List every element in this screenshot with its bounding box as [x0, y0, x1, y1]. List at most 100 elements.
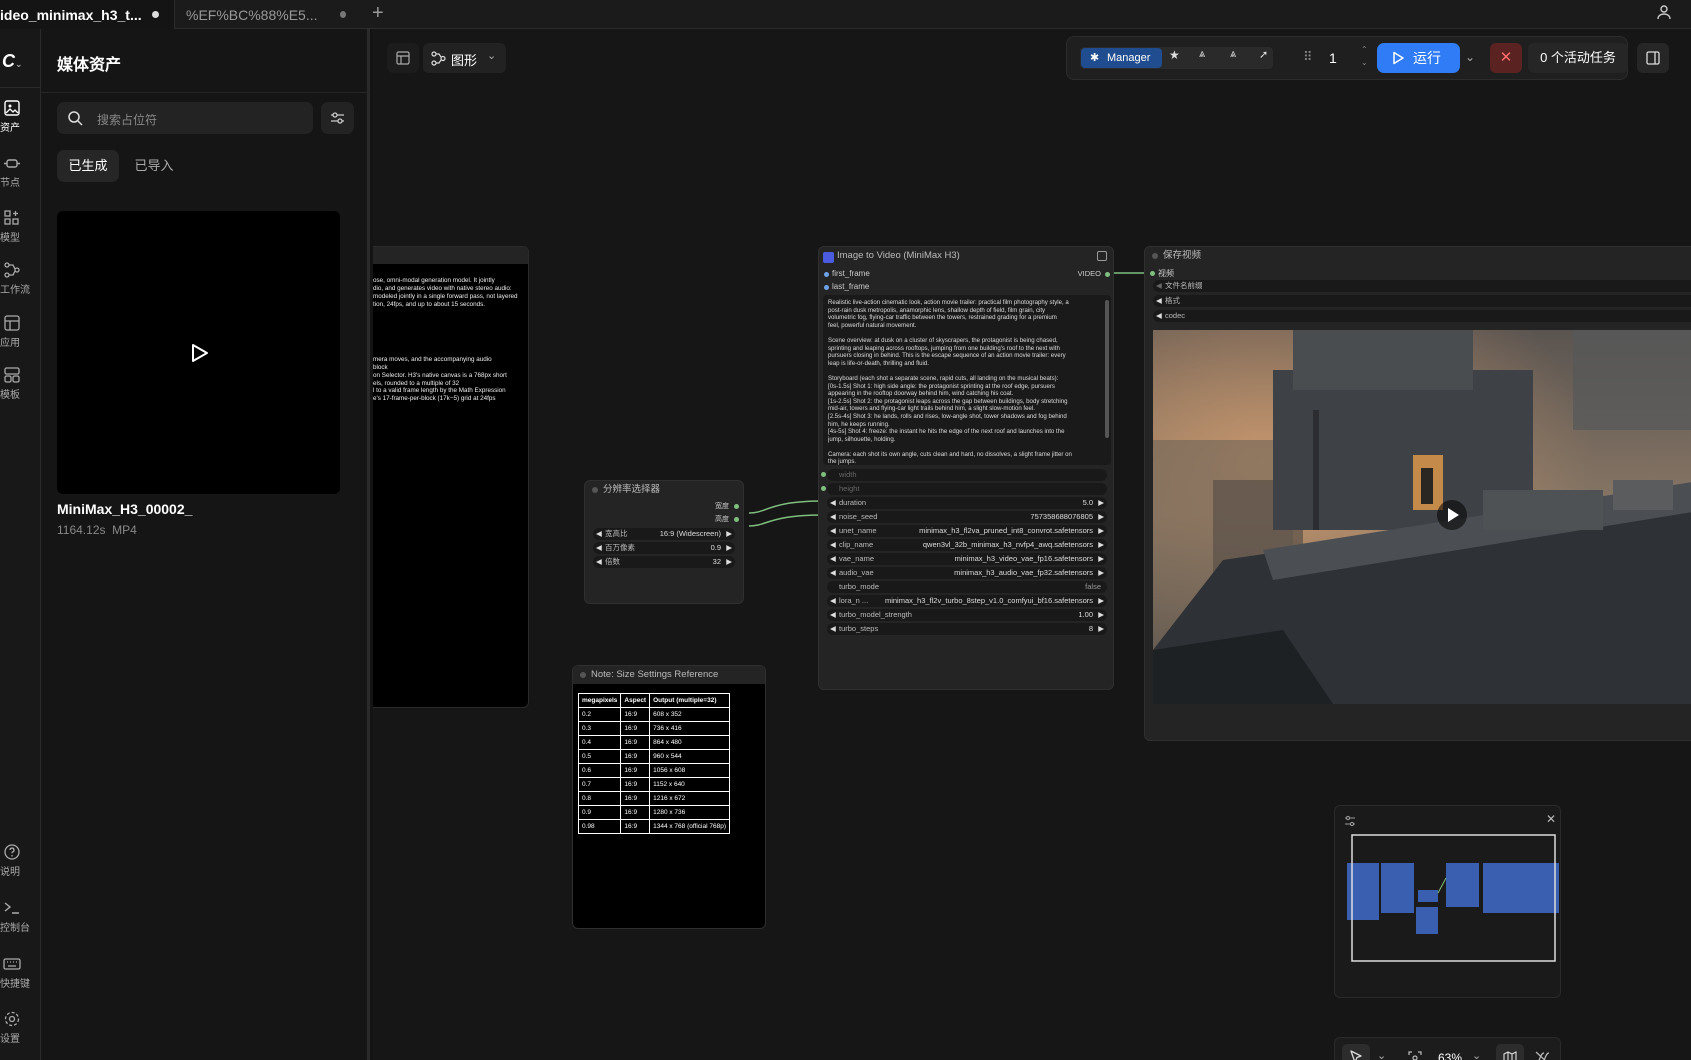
- widget-label: noise_seed: [839, 512, 878, 521]
- arrow-left-icon[interactable]: ◀: [830, 609, 836, 621]
- rail-nodes[interactable]: 节点: [0, 156, 41, 189]
- link-visibility-icon[interactable]: [1535, 1051, 1550, 1060]
- output-video-slot[interactable]: [1105, 272, 1110, 277]
- format-widget[interactable]: ◀ 格式: [1153, 295, 1691, 307]
- video-play-button[interactable]: [1437, 500, 1467, 530]
- rail-settings[interactable]: 设置: [0, 1010, 41, 1045]
- widget-label: 文件名前缀: [1165, 281, 1203, 290]
- widget-label: turbo_mode: [839, 582, 880, 591]
- prompt-line: [828, 367, 1100, 375]
- rail-workflows[interactable]: 工作流: [0, 261, 41, 296]
- arrow-left-icon[interactable]: ◀: [830, 567, 836, 579]
- user-icon[interactable]: [1656, 4, 1672, 25]
- widget-height[interactable]: height: [821, 483, 1107, 495]
- rail-models[interactable]: 模型: [0, 209, 41, 244]
- tab-imported[interactable]: 已导入: [123, 150, 185, 182]
- prompt-textarea[interactable]: Realistic live-action cinematic look, ac…: [823, 295, 1111, 465]
- prompt-scrollbar[interactable]: [1105, 300, 1109, 438]
- widget-unet-name[interactable]: ◀ unet_name minimax_h3_fl2va_pruned_int8_c…: [827, 525, 1107, 537]
- arrow-right-icon[interactable]: ▶: [1098, 511, 1104, 523]
- select-tool-button[interactable]: [1342, 1044, 1370, 1060]
- arrow-left-icon[interactable]: ◀: [830, 595, 836, 607]
- widget-value: 5.0: [1082, 498, 1093, 507]
- app-icon: [4, 315, 20, 331]
- widget-lora-n[interactable]: ◀ lora_n ... minimax_h3_fl2v_turbo_8step_v…: [827, 595, 1107, 607]
- video-preview[interactable]: [1153, 330, 1691, 704]
- tab-workflow-1[interactable]: ideo_minimax_h3_t...: [0, 0, 175, 29]
- workflow-icon: [4, 262, 20, 278]
- arrow-right-icon[interactable]: ▶: [1098, 553, 1104, 565]
- widget-noise-seed[interactable]: ◀ noise_seed 757358688076805 ▶: [827, 511, 1107, 523]
- widget-width[interactable]: width: [821, 469, 1107, 481]
- rail-apps[interactable]: 应用: [0, 314, 41, 349]
- chevron-down-icon[interactable]: ⌄: [1377, 1049, 1386, 1060]
- widget-vae-name[interactable]: ◀ vae_name minimax_h3_video_vae_fp16.safet…: [827, 553, 1107, 565]
- arrow-right-icon[interactable]: ▶: [1098, 609, 1104, 621]
- graph-canvas[interactable]: 图形 ⌄ ✱ Manager ★ ⩓ ⩓ ➚ ⠿ 1 ⌃ ⌄ 运行 ⌄ ✕ 0 个…: [373, 29, 1691, 1060]
- arrow-right-icon[interactable]: ▶: [1098, 623, 1104, 635]
- rail-shortcuts[interactable]: 快捷键: [0, 955, 41, 990]
- rail-help[interactable]: 说明: [0, 843, 41, 878]
- save-video-node[interactable]: 保存视频 视频 ◀ 文件名前缀 ◀ 格式 ◀ codec: [1144, 246, 1691, 741]
- unsaved-dot: [151, 11, 159, 18]
- rail-label: 节点: [0, 178, 20, 189]
- arrow-right-icon[interactable]: ▶: [1098, 497, 1104, 509]
- input-first-frame-slot[interactable]: [824, 272, 829, 277]
- sliders-icon[interactable]: [1344, 815, 1356, 827]
- tab-generated[interactable]: 已生成: [57, 150, 119, 182]
- arrow-left-icon[interactable]: ◀: [830, 497, 836, 509]
- prompt-line: jump, silhouette, holding.: [828, 435, 896, 443]
- asset-thumbnail[interactable]: [57, 211, 340, 494]
- expand-icon[interactable]: [1097, 251, 1107, 261]
- arrow-left-icon[interactable]: ◀: [830, 539, 836, 551]
- arrow-right-icon[interactable]: ▶: [1098, 525, 1104, 537]
- widget-label: unet_name: [839, 526, 877, 535]
- filter-button[interactable]: [321, 102, 354, 134]
- minimap-panel[interactable]: ✕: [1334, 805, 1561, 998]
- input-slot[interactable]: [821, 486, 826, 491]
- widget-turbo-model-strength[interactable]: ◀ turbo_model_strength 1.00 ▶: [827, 609, 1107, 621]
- rail-templates[interactable]: 模板: [0, 366, 41, 401]
- arrow-left-icon[interactable]: ◀: [830, 623, 836, 635]
- widget-audio-vae[interactable]: ◀ audio_vae minimax_h3_audio_vae_fp32.safe…: [827, 567, 1107, 579]
- widget-duration[interactable]: ◀ duration 5.0 ▶: [827, 497, 1107, 509]
- rail-label: 设置: [0, 1034, 20, 1045]
- template-icon: [4, 367, 20, 383]
- arrow-left-icon[interactable]: ◀: [830, 525, 836, 537]
- arrow-left-icon[interactable]: ◀: [1156, 310, 1162, 322]
- rail-label: 资产: [0, 123, 20, 134]
- arrow-right-icon[interactable]: ▶: [1098, 595, 1104, 607]
- arrow-right-icon[interactable]: ▶: [1098, 567, 1104, 579]
- prompt-line: [828, 329, 1100, 337]
- input-last-frame-slot[interactable]: [824, 285, 829, 290]
- filename-prefix-widget[interactable]: ◀ 文件名前缀: [1153, 280, 1691, 292]
- input-slot[interactable]: [821, 472, 826, 477]
- input-video-label: 视频: [1158, 269, 1174, 278]
- rail-assets[interactable]: 资产: [0, 99, 41, 134]
- tab-workflow-2[interactable]: %EF%BC%88%E5...: [176, 0, 356, 29]
- unsaved-dot: [339, 11, 346, 18]
- image-to-video-node[interactable]: Image to Video (MiniMax H3) first_frame …: [818, 246, 1114, 690]
- rail-console[interactable]: 控制台: [0, 899, 41, 934]
- minimap-toggle-button[interactable]: [1496, 1044, 1524, 1060]
- close-icon[interactable]: ✕: [1546, 812, 1556, 826]
- widget-turbo-steps[interactable]: ◀ turbo_steps 8 ▶: [827, 623, 1107, 635]
- comfy-logo-icon[interactable]: C⌄: [2, 51, 23, 72]
- panel-divider: [41, 92, 370, 93]
- prompt-line: appearing in the rooftop doorway behind …: [828, 390, 1014, 398]
- search-input[interactable]: 搜索占位符: [57, 102, 313, 134]
- new-tab-plus-icon[interactable]: +: [372, 2, 384, 25]
- fit-view-icon[interactable]: [1408, 1051, 1422, 1060]
- play-icon[interactable]: [188, 342, 210, 364]
- widget-value: 8: [1088, 624, 1093, 633]
- arrow-left-icon[interactable]: ◀: [1156, 295, 1162, 307]
- widget-clip-name[interactable]: ◀ clip_name qwen3vl_32b_minimax_h3_nvfp4_a…: [827, 539, 1107, 551]
- zoom-level[interactable]: 63%: [1438, 1051, 1462, 1060]
- arrow-left-icon[interactable]: ◀: [830, 553, 836, 565]
- input-video-slot[interactable]: [1150, 271, 1155, 276]
- widget-turbo-mode[interactable]: turbo_mode false: [827, 581, 1107, 593]
- codec-widget[interactable]: ◀ codec: [1153, 310, 1691, 322]
- arrow-right-icon[interactable]: ▶: [1098, 539, 1104, 551]
- arrow-left-icon[interactable]: ◀: [830, 511, 836, 523]
- chevron-down-icon[interactable]: ⌄: [1472, 1049, 1481, 1060]
